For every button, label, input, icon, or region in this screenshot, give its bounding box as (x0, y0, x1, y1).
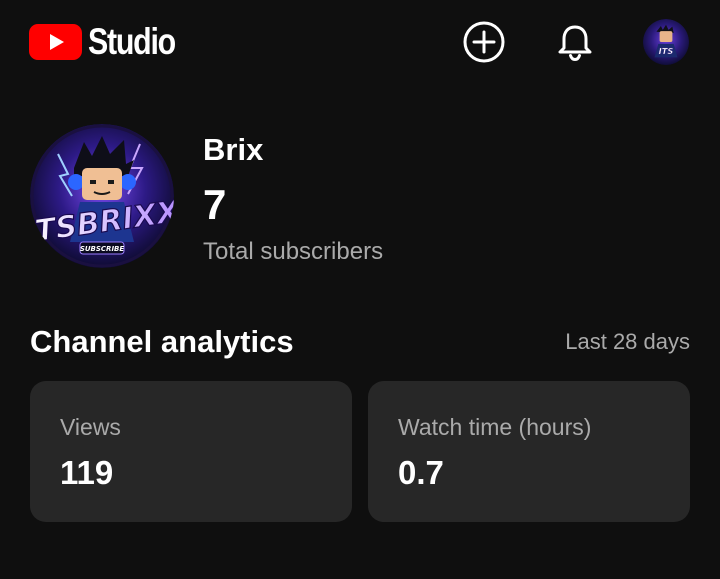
studio-dashboard: Studio ITS ITSBRIXX SUBSCRIBE Brix 7 Tot… (0, 0, 720, 579)
plus-circle-icon (463, 21, 505, 63)
channel-avatar-image: ITSBRIXX SUBSCRIBE (30, 124, 174, 268)
views-label: Views (60, 414, 121, 440)
views-value: 119 (60, 454, 114, 491)
channel-name: Brix (203, 132, 264, 167)
svg-text:SUBSCRIBE: SUBSCRIBE (80, 245, 125, 253)
top-bar: Studio ITS (0, 0, 720, 86)
channel-avatar-icon: ITS (643, 19, 689, 65)
subscriber-label: Total subscribers (203, 238, 384, 265)
studio-logo[interactable]: Studio (29, 21, 194, 62)
analytics-heading: Channel analytics (30, 324, 294, 359)
watch-time-label: Watch time (hours) (398, 414, 592, 440)
watch-time-value: 0.7 (398, 454, 444, 491)
views-card[interactable]: Views 119 (30, 381, 352, 522)
subscriber-count: 7 (203, 181, 227, 228)
account-avatar[interactable]: ITS (643, 19, 689, 65)
create-button[interactable] (462, 20, 506, 64)
notifications-button[interactable] (553, 20, 597, 64)
watch-time-card[interactable]: Watch time (hours) 0.7 (368, 381, 690, 522)
svg-text:ITS: ITS (659, 46, 674, 56)
studio-logo-text: Studio (88, 21, 176, 62)
analytics-period[interactable]: Last 28 days (565, 327, 690, 357)
channel-avatar[interactable]: ITSBRIXX SUBSCRIBE (30, 124, 174, 268)
bell-icon (558, 25, 592, 62)
youtube-play-icon (29, 24, 82, 60)
